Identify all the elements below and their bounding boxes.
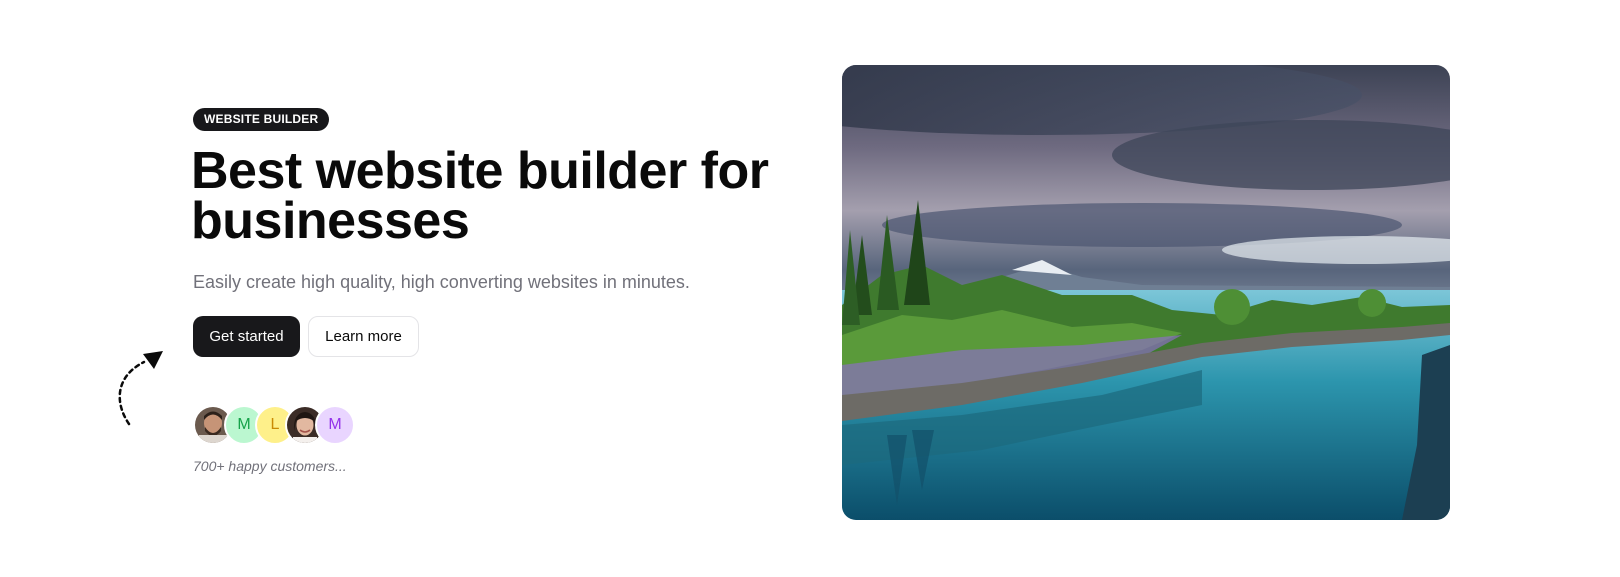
get-started-button[interactable]: Get started: [193, 316, 300, 357]
hero-image: [842, 65, 1450, 520]
learn-more-button[interactable]: Learn more: [308, 316, 419, 357]
avatar: M: [315, 405, 355, 445]
landscape-photo-icon: [842, 65, 1450, 520]
hero-subtitle: Easily create high quality, high convert…: [193, 272, 690, 292]
customer-avatars: M L M: [193, 405, 373, 445]
curved-arrow-icon: [118, 351, 163, 426]
hero-section: WEBSITE BUILDER Best website builder for…: [0, 0, 1620, 577]
hero-title: Best website builder for businesses: [191, 142, 769, 250]
customers-count-text: 700+ happy customers...: [193, 458, 347, 474]
category-badge: WEBSITE BUILDER: [193, 108, 330, 131]
